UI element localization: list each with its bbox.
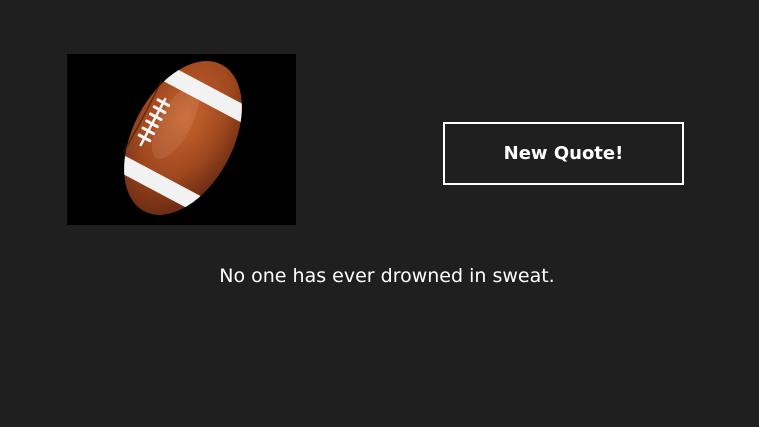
- football-illustration: [101, 58, 264, 220]
- new-quote-button[interactable]: New Quote!: [443, 122, 684, 185]
- quote-text: No one has ever drowned in sweat.: [219, 265, 555, 287]
- app-window: New Quote! No one has ever drowned in sw…: [0, 0, 759, 427]
- football-image: [67, 54, 296, 225]
